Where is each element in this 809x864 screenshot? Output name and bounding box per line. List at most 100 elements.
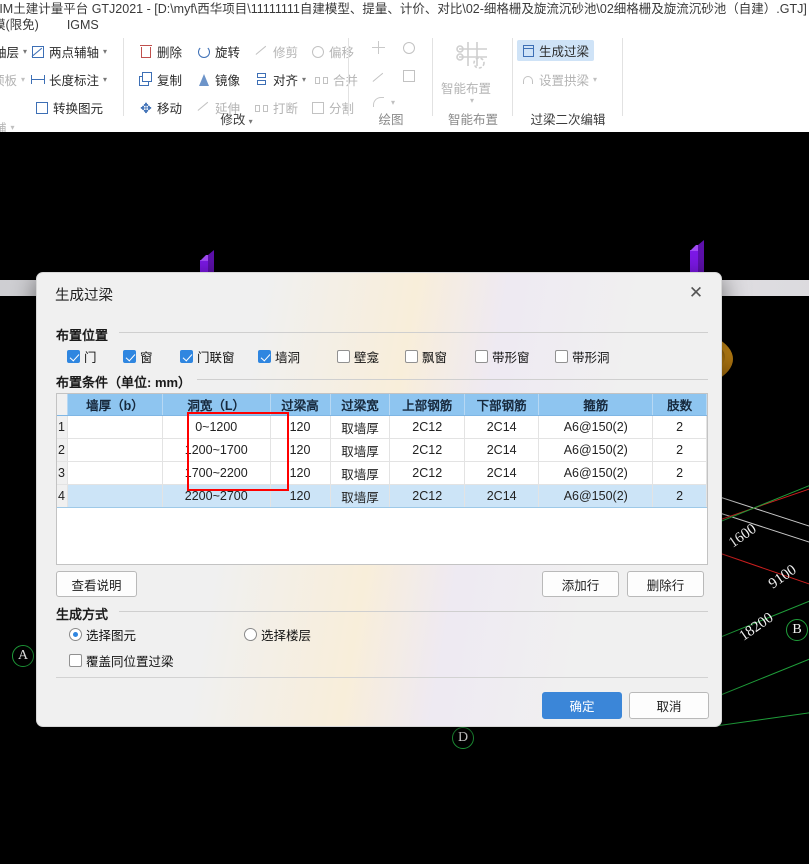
- col-top-rebar[interactable]: 上部钢筋: [389, 394, 465, 416]
- radio-button[interactable]: [69, 628, 82, 641]
- chevron-down-icon[interactable]: ▾: [21, 75, 25, 84]
- chevron-down-icon[interactable]: ▾: [302, 75, 306, 84]
- cell-lintel-width[interactable]: 取墙厚: [330, 415, 391, 439]
- checkbox-box[interactable]: [405, 350, 418, 363]
- cell-stirrup[interactable]: A6@150(2): [538, 461, 654, 485]
- table-row[interactable]: 3 1700~2200 120 取墙厚 2C12 2C14 A6@150(2) …: [57, 461, 707, 485]
- col-bottom-rebar[interactable]: 下部钢筋: [464, 394, 540, 416]
- chevron-down-icon[interactable]: ▾: [23, 47, 27, 56]
- col-lintel-height[interactable]: 过梁高: [270, 394, 331, 416]
- smart-layout-expand[interactable]: ▾: [469, 96, 474, 105]
- cell-top-rebar[interactable]: 2C12: [389, 415, 465, 439]
- col-opening-width[interactable]: 洞宽（L）: [162, 394, 271, 416]
- view-help-button[interactable]: 查看说明: [56, 571, 137, 597]
- checkbox-window[interactable]: 窗: [123, 347, 180, 366]
- ribbon-item-set-arch-beam[interactable]: 设置拱梁 ▾: [520, 70, 597, 89]
- ribbon-item-trim[interactable]: 修剪: [254, 42, 298, 61]
- cell-opening-width[interactable]: 1700~2200: [162, 461, 271, 485]
- cell-lintel-height[interactable]: 120: [270, 484, 331, 508]
- checkbox-box[interactable]: [258, 350, 271, 363]
- ribbon-item-align[interactable]: 对齐 ▾: [254, 70, 306, 89]
- table-row[interactable]: 2 1200~1700 120 取墙厚 2C12 2C14 A6@150(2) …: [57, 438, 707, 462]
- cell-bottom-rebar[interactable]: 2C14: [464, 484, 540, 508]
- checkbox-door-window[interactable]: 门联窗: [180, 347, 258, 366]
- chevron-down-icon[interactable]: ▾: [391, 98, 395, 107]
- ribbon-item-line-draw[interactable]: [371, 68, 387, 84]
- cell-bottom-rebar[interactable]: 2C14: [464, 438, 540, 462]
- ribbon-item-panel[interactable]: 顶板▾: [0, 70, 25, 89]
- axis-bubble-a[interactable]: A: [12, 645, 34, 667]
- cell-wall-thickness[interactable]: [67, 461, 163, 485]
- cell-legs[interactable]: 2: [652, 438, 707, 462]
- cell-stirrup[interactable]: A6@150(2): [538, 415, 654, 439]
- checkbox-door[interactable]: 门: [67, 347, 123, 366]
- cell-opening-width[interactable]: 2200~2700: [162, 484, 271, 508]
- ribbon-item-circle-draw[interactable]: [401, 40, 417, 56]
- delete-row-button[interactable]: 删除行: [627, 571, 704, 597]
- cell-top-rebar[interactable]: 2C12: [389, 438, 465, 462]
- chevron-down-icon[interactable]: ▾: [103, 75, 107, 84]
- ribbon-item-convert-element[interactable]: 转换图元: [34, 98, 103, 117]
- table-row[interactable]: 1 0~1200 120 取墙厚 2C12 2C14 A6@150(2) 2: [57, 415, 707, 439]
- checkbox-box[interactable]: [475, 350, 488, 363]
- col-stirrup[interactable]: 箍筋: [538, 394, 654, 416]
- ribbon-item-rect-draw[interactable]: [401, 68, 417, 84]
- checkbox-strip-window[interactable]: 带形窗: [475, 347, 555, 366]
- radio-button[interactable]: [244, 628, 257, 641]
- ribbon-item-arc-draw[interactable]: ▾: [371, 94, 395, 110]
- close-icon[interactable]: ✕: [683, 281, 709, 305]
- conditions-table-wrapper[interactable]: 墙厚（b） 洞宽（L） 过梁高 过梁宽 上部钢筋 下部钢筋 箍筋 肢数 1 0~…: [56, 393, 708, 565]
- cell-lintel-height[interactable]: 120: [270, 461, 331, 485]
- cell-top-rebar[interactable]: 2C12: [389, 461, 465, 485]
- checkbox-box[interactable]: [69, 654, 82, 667]
- checkbox-box[interactable]: [67, 350, 80, 363]
- cell-wall-thickness[interactable]: [67, 438, 163, 462]
- chevron-down-icon[interactable]: ▾: [593, 75, 597, 84]
- checkbox-box[interactable]: [123, 350, 136, 363]
- checkbox-niche[interactable]: 壁龛: [337, 347, 405, 366]
- chevron-down-icon[interactable]: ▾: [246, 117, 253, 126]
- checkbox-override-lintel[interactable]: 覆盖同位置过梁: [69, 651, 174, 670]
- chevron-down-icon[interactable]: ▾: [103, 47, 107, 56]
- cell-lintel-height[interactable]: 120: [270, 438, 331, 462]
- radio-select-element[interactable]: 选择图元: [69, 625, 136, 644]
- axis-bubble-d[interactable]: D: [452, 727, 474, 749]
- checkbox-wall-opening[interactable]: 墙洞: [258, 347, 337, 366]
- ribbon-item-generate-lintel[interactable]: 生成过梁: [517, 40, 595, 61]
- ribbon-item-two-point-axis[interactable]: 两点辅轴 ▾: [30, 42, 107, 61]
- ribbon-item-layer[interactable]: 轴层 ▾: [0, 42, 27, 61]
- ribbon-item-mirror[interactable]: 镜像: [196, 70, 240, 89]
- col-legs[interactable]: 肢数: [652, 394, 707, 416]
- cell-legs[interactable]: 2: [652, 461, 707, 485]
- ribbon-item-rotate[interactable]: 旋转: [196, 42, 240, 61]
- cell-bottom-rebar[interactable]: 2C14: [464, 461, 540, 485]
- ribbon-item-copy[interactable]: 复制: [138, 70, 182, 89]
- col-wall-thickness[interactable]: 墙厚（b）: [67, 394, 163, 416]
- cell-stirrup[interactable]: A6@150(2): [538, 438, 654, 462]
- cell-lintel-width[interactable]: 取墙厚: [330, 438, 391, 462]
- ribbon-item-delete[interactable]: 删除: [138, 42, 182, 61]
- cell-lintel-height[interactable]: 120: [270, 415, 331, 439]
- cell-lintel-width[interactable]: 取墙厚: [330, 484, 391, 508]
- ribbon-item-smart-layout[interactable]: 智能布置: [441, 78, 491, 97]
- radio-select-floor[interactable]: 选择楼层: [244, 625, 311, 644]
- igms-menu[interactable]: IGMS: [67, 18, 99, 32]
- checkbox-box[interactable]: [337, 350, 350, 363]
- checkbox-box[interactable]: [180, 350, 193, 363]
- ok-button[interactable]: 确定: [542, 692, 622, 719]
- cell-opening-width[interactable]: 0~1200: [162, 415, 271, 439]
- col-lintel-width[interactable]: 过梁宽: [330, 394, 391, 416]
- cell-stirrup[interactable]: A6@150(2): [538, 484, 654, 508]
- cell-wall-thickness[interactable]: [67, 415, 163, 439]
- ribbon-item-length-dim[interactable]: 长度标注 ▾: [30, 70, 107, 89]
- cell-legs[interactable]: 2: [652, 415, 707, 439]
- checkbox-bay-window[interactable]: 飘窗: [405, 347, 475, 366]
- chevron-down-icon[interactable]: ▾: [11, 123, 15, 132]
- cancel-button[interactable]: 取消: [629, 692, 709, 719]
- cell-wall-thickness[interactable]: [67, 484, 163, 508]
- cell-bottom-rebar[interactable]: 2C14: [464, 415, 540, 439]
- table-row-selected[interactable]: 4 2200~2700 120 取墙厚 2C12 2C14 A6@150(2) …: [57, 484, 707, 508]
- axis-bubble-b[interactable]: B: [786, 619, 808, 641]
- add-row-button[interactable]: 添加行: [542, 571, 619, 597]
- chevron-down-icon[interactable]: ▾: [470, 96, 474, 105]
